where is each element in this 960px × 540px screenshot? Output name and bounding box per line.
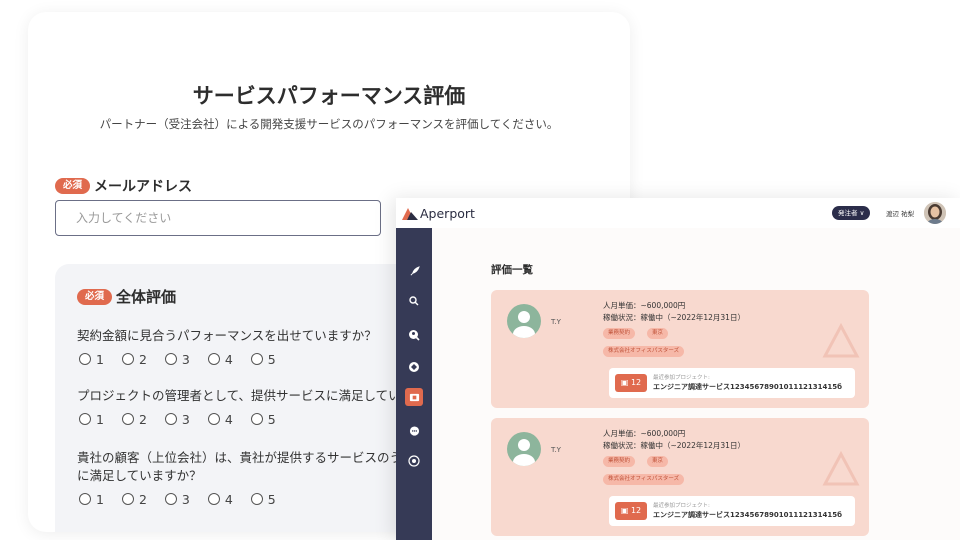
radio-icon [164, 493, 177, 505]
user-photo-icon [924, 202, 946, 224]
radio-option[interactable]: 3 [164, 352, 190, 367]
project-label: 最近参加プロジェクト: [653, 375, 710, 381]
rocket-icon[interactable] [405, 262, 423, 280]
radio-icon [79, 413, 91, 425]
person-icon [513, 311, 535, 338]
evaluation-card[interactable]: T.Y 人月単価：~600,000円 稼働状況：稼働中（~2022年12月31日… [491, 418, 869, 536]
page-subtitle: パートナー（受注会社）による開発支援サービスのパフォーマンスを評価してください。 [99, 117, 559, 131]
rating-title-text: 全体評価 [116, 288, 177, 306]
radio-icon [207, 413, 220, 425]
settings-icon[interactable] [405, 452, 423, 470]
question-1: 契約金額に見合うパフォーマンスを出せていますか？ [77, 328, 377, 343]
watermark-icon [822, 322, 860, 358]
radio-icon [207, 493, 220, 505]
search-person-icon[interactable] [405, 326, 423, 344]
recent-project-box[interactable]: ▣ 12 最近参加プロジェクト: エンジニア調達サービス123456789010… [609, 368, 855, 398]
card-initials: T.Y [551, 446, 561, 454]
radio-icon [207, 353, 220, 365]
radio-option[interactable]: 1 [79, 492, 104, 507]
radio-option[interactable]: 2 [121, 412, 147, 427]
question-3-continued: に満足していますか？ [77, 468, 202, 483]
aperport-logo-icon [402, 207, 418, 220]
radio-option[interactable]: 1 [79, 352, 104, 367]
role-dropdown[interactable]: 発注者 ∨ [832, 206, 871, 220]
project-count-badge: ▣ 12 [615, 502, 647, 520]
rating-section-title: 必須 全体評価 [77, 286, 176, 307]
radio-option[interactable]: 5 [250, 492, 276, 507]
search-icon[interactable] [405, 292, 423, 310]
radio-option[interactable]: 4 [207, 492, 233, 507]
question-3-options: 1 2 3 4 5 [79, 492, 290, 507]
aperport-app-window: Aperport 発注者 ∨ 渡辺 祐梨 評価一覧 T.Y 人月単価：~600,… [396, 198, 960, 540]
radio-option[interactable]: 3 [164, 412, 190, 427]
radio-icon [121, 493, 134, 505]
unit-price: 人月単価：~600,000円 [603, 301, 686, 310]
avatar [507, 304, 541, 338]
question-1-options: 1 2 3 4 5 [79, 352, 290, 367]
sidebar [396, 228, 432, 540]
radio-icon [250, 353, 263, 365]
logo-text: Aperport [420, 206, 475, 221]
list-title: 評価一覧 [491, 264, 533, 276]
tag-company: 株式会社オフィスパスターズ [603, 474, 685, 485]
work-status: 稼働状況：稼働中（~2022年12月31日） [603, 441, 745, 450]
radio-option[interactable]: 4 [207, 412, 233, 427]
radio-option[interactable]: 3 [164, 492, 190, 507]
email-field-label: 必須 メールアドレス [55, 176, 192, 196]
avatar [507, 432, 541, 466]
question-2: プロジェクトの管理者として、提供サービスに満足してい [77, 388, 401, 403]
radio-icon [121, 413, 134, 425]
question-2-options: 1 2 3 4 5 [79, 412, 290, 427]
tag-location: 東京 [647, 456, 669, 467]
recent-project-box[interactable]: ▣ 12 最近参加プロジェクト: エンジニア調達サービス123456789010… [609, 496, 855, 526]
page-title: サービスパフォーマンス評価 [192, 84, 466, 108]
user-name[interactable]: 渡辺 祐梨 [886, 208, 914, 218]
question-3: 貴社の顧客（上位会社）は、貴社が提供するサービスのう [77, 450, 403, 465]
top-bar: Aperport 発注者 ∨ 渡辺 祐梨 [396, 198, 960, 228]
tag-contract: 業務契約 [603, 328, 636, 339]
evaluation-card[interactable]: T.Y 人月単価：~600,000円 稼働状況：稼働中（~2022年12月31日… [491, 290, 869, 408]
radio-icon [164, 413, 177, 425]
project-name: エンジニア調達サービス1234567890101112131415б [653, 383, 843, 391]
required-badge: 必須 [55, 178, 91, 194]
email-label-text: メールアドレス [94, 179, 193, 195]
radio-icon [164, 353, 177, 365]
project-name: エンジニア調達サービス1234567890101112131415б [653, 511, 843, 519]
tag-contract: 業務契約 [603, 456, 636, 467]
tag-company: 株式会社オフィスパスターズ [603, 346, 685, 357]
required-badge: 必須 [77, 288, 113, 305]
radio-option[interactable]: 2 [121, 492, 147, 507]
radio-option[interactable]: 5 [250, 352, 276, 367]
radio-icon [250, 413, 263, 425]
radio-icon [121, 353, 134, 365]
person-icon [513, 439, 535, 466]
radio-option[interactable]: 2 [121, 352, 147, 367]
email-field[interactable]: 入力してください [55, 200, 381, 236]
chat-icon[interactable] [405, 422, 423, 440]
unit-price: 人月単価：~600,000円 [603, 429, 686, 438]
radio-option[interactable]: 4 [207, 352, 233, 367]
tag-location: 東京 [647, 328, 669, 339]
card-initials: T.Y [551, 318, 561, 326]
work-status: 稼働状況：稼働中（~2022年12月31日） [603, 313, 745, 322]
radio-icon [79, 353, 91, 365]
radio-option[interactable]: 1 [79, 412, 104, 427]
avatar[interactable] [924, 202, 946, 224]
radio-icon [79, 493, 91, 505]
globe-icon[interactable] [405, 358, 423, 376]
project-count-badge: ▣ 12 [615, 374, 647, 392]
app-logo[interactable]: Aperport [402, 206, 475, 221]
project-label: 最近参加プロジェクト: [653, 503, 710, 509]
watermark-icon [822, 450, 860, 486]
radio-option[interactable]: 5 [250, 412, 276, 427]
radio-icon [250, 493, 263, 505]
evaluation-icon[interactable] [405, 388, 423, 406]
